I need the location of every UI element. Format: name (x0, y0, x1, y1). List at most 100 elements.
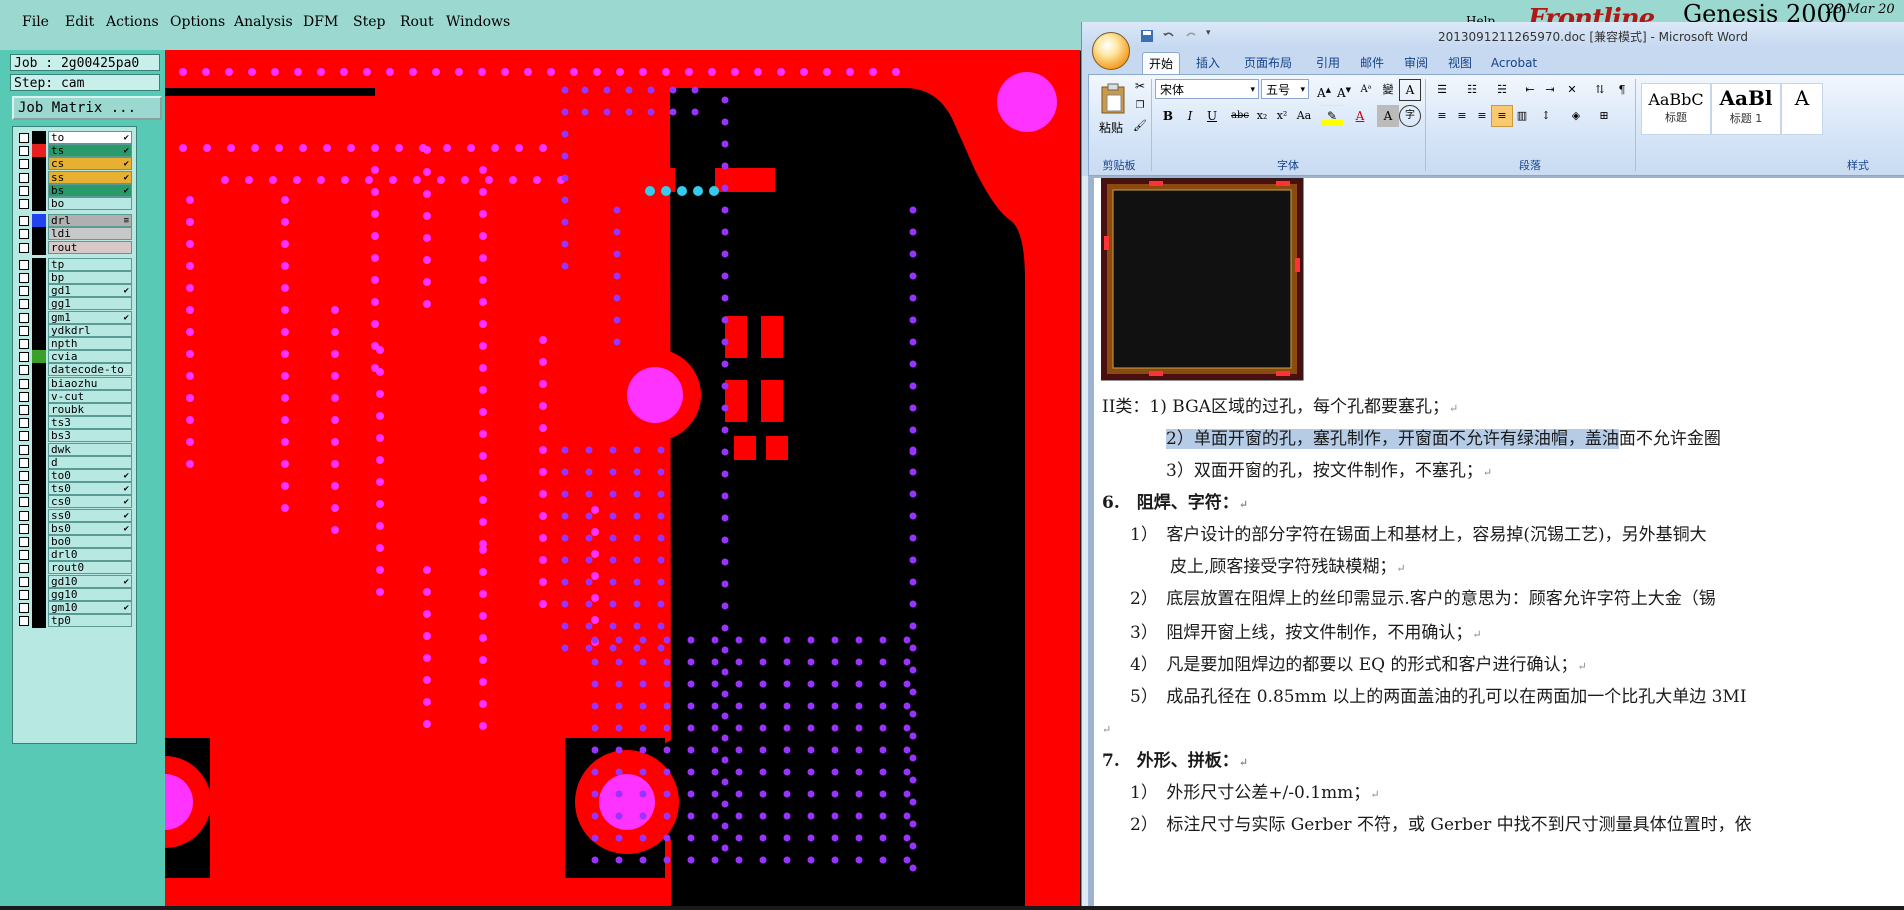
italic-icon[interactable]: I (1179, 105, 1201, 127)
subscript-icon[interactable]: x₂ (1251, 105, 1273, 127)
layer-color-swatch[interactable] (32, 363, 46, 378)
enclose-char-icon[interactable]: 字 (1399, 105, 1421, 127)
borders-icon[interactable]: ⊞ (1593, 105, 1615, 127)
layer-checkbox[interactable] (19, 550, 29, 561)
layer-row-gg1[interactable]: gg1 (15, 297, 134, 312)
layer-row-ts0[interactable]: ts0 ✔ (15, 482, 134, 497)
layer-checkbox[interactable] (19, 229, 29, 240)
layer-name[interactable]: ldi (48, 227, 132, 241)
layer-color-swatch[interactable] (32, 587, 46, 602)
layer-checkbox[interactable] (19, 286, 29, 297)
layer-color-swatch[interactable] (32, 495, 46, 510)
layer-row-gg10[interactable]: gg10 (15, 587, 134, 602)
shrink-font-icon[interactable]: A▼ (1333, 79, 1355, 101)
layer-row-dwk[interactable]: dwk (15, 442, 134, 457)
layer-row-v-cut[interactable]: v-cut (15, 389, 134, 404)
layer-color-swatch[interactable] (32, 389, 46, 404)
bold-icon[interactable]: B (1157, 105, 1179, 127)
layer-color-swatch[interactable] (32, 271, 46, 285)
layer-checkbox[interactable] (19, 616, 29, 627)
layer-name[interactable]: to0 ✔ (48, 469, 132, 482)
layer-name[interactable]: rout (48, 240, 132, 254)
char-border-icon[interactable]: A (1399, 79, 1421, 101)
layer-name[interactable]: gd1 ✔ (48, 284, 132, 298)
redo-icon[interactable] (1184, 28, 1198, 42)
document-page[interactable]: II类：1) BGA区域的过孔，每个孔都要塞孔；↵ 2）单面开窗的孔，塞孔制作，… (1094, 178, 1904, 906)
layer-row-cs[interactable]: cs ✔ (15, 157, 134, 172)
layer-name[interactable]: cvia (48, 350, 132, 364)
font-color-icon[interactable]: A (1349, 105, 1371, 127)
sort-icon[interactable]: ⇅ (1589, 79, 1611, 101)
layer-row-drl0[interactable]: drl0 (15, 548, 134, 563)
layer-name[interactable]: ss0 ✔ (48, 508, 132, 522)
line-spacing-icon[interactable]: ↕ (1535, 105, 1557, 127)
layer-name[interactable]: v-cut (48, 389, 132, 403)
font-size-box[interactable]: 五号 ▾ (1261, 79, 1309, 99)
layer-name[interactable]: biaozhu (48, 376, 132, 390)
tab-acrobat[interactable]: Acrobat (1484, 52, 1544, 74)
undo-icon[interactable] (1162, 28, 1176, 42)
layer-row-ts[interactable]: ts ✔ (15, 144, 134, 159)
font-name-box[interactable]: 宋体 ▾ (1155, 79, 1259, 99)
layer-name[interactable]: bo0 (48, 535, 132, 548)
layer-color-swatch[interactable] (32, 469, 46, 483)
layer-name[interactable]: cs ✔ (48, 157, 132, 171)
layer-name[interactable]: drl0 (48, 548, 132, 562)
layer-name[interactable]: tp (48, 257, 132, 271)
layer-color-swatch[interactable] (32, 170, 46, 185)
customize-qat-icon[interactable]: ▾ (1206, 28, 1220, 42)
menu-actions[interactable]: Actions (106, 14, 159, 30)
layer-row-rout[interactable]: rout (15, 240, 134, 255)
layer-checkbox[interactable] (19, 391, 29, 402)
increase-indent-icon[interactable]: ⇥ (1539, 79, 1561, 101)
layer-name[interactable]: ss ✔ (48, 170, 132, 184)
layer-name[interactable]: bp (48, 271, 132, 284)
layer-checkbox[interactable] (19, 576, 29, 587)
menu-dfm[interactable]: DFM (303, 14, 338, 30)
char-shading-icon[interactable]: A (1377, 105, 1399, 127)
layer-color-swatch[interactable] (32, 350, 46, 365)
layer-checkbox[interactable] (19, 497, 29, 508)
layer-name[interactable]: roubk (48, 403, 132, 416)
pcb-graphic-canvas[interactable] (119, 50, 1080, 906)
layer-checkbox[interactable] (19, 431, 29, 442)
layer-color-swatch[interactable] (32, 614, 46, 629)
layer-name[interactable]: gg10 (48, 587, 132, 601)
layer-row-gm1[interactable]: gm1 ✔ (15, 310, 134, 325)
layer-checkbox[interactable] (19, 325, 29, 336)
menu-step[interactable]: Step (353, 14, 385, 30)
layer-color-swatch[interactable] (32, 337, 46, 351)
layer-color-swatch[interactable] (32, 535, 46, 549)
style-heading1[interactable]: AaBl 标题 1 (1711, 83, 1781, 135)
align-left-icon[interactable]: ≡ (1431, 105, 1453, 127)
layer-checkbox[interactable] (19, 312, 29, 323)
layer-color-swatch[interactable] (32, 376, 46, 391)
layer-checkbox[interactable] (19, 378, 29, 389)
layer-name[interactable]: gg1 (48, 297, 132, 311)
layer-checkbox[interactable] (19, 484, 29, 495)
copy-icon[interactable]: ❐ (1129, 95, 1151, 117)
layer-color-swatch[interactable] (32, 131, 46, 145)
layer-checkbox[interactable] (19, 273, 29, 283)
layer-color-swatch[interactable] (32, 257, 46, 272)
layer-color-swatch[interactable] (32, 197, 46, 211)
layer-checkbox[interactable] (19, 523, 29, 534)
layer-row-bs3[interactable]: bs3 (15, 429, 134, 444)
shading-icon[interactable]: ◈ (1565, 105, 1587, 127)
layer-row-d[interactable]: d (15, 455, 134, 470)
layer-row-tp0[interactable]: tp0 (15, 614, 134, 629)
layer-row-ss[interactable]: ss ✔ (15, 170, 134, 185)
layer-name[interactable]: drl ≡ (48, 214, 132, 228)
layer-name[interactable]: cs0 ✔ (48, 495, 132, 509)
layer-name[interactable]: ts ✔ (48, 144, 132, 158)
layer-color-swatch[interactable] (32, 183, 46, 198)
layer-checkbox[interactable] (19, 199, 29, 209)
style-next[interactable]: A (1781, 83, 1823, 135)
layer-row-biaozhu[interactable]: biaozhu (15, 376, 134, 391)
tab-view[interactable]: 视图 (1442, 52, 1478, 74)
format-painter-icon[interactable]: 🖌 (1129, 115, 1151, 137)
layer-checkbox[interactable] (19, 146, 29, 157)
layer-color-swatch[interactable] (32, 601, 46, 615)
layer-checkbox[interactable] (19, 563, 29, 574)
layer-color-swatch[interactable] (32, 429, 46, 444)
